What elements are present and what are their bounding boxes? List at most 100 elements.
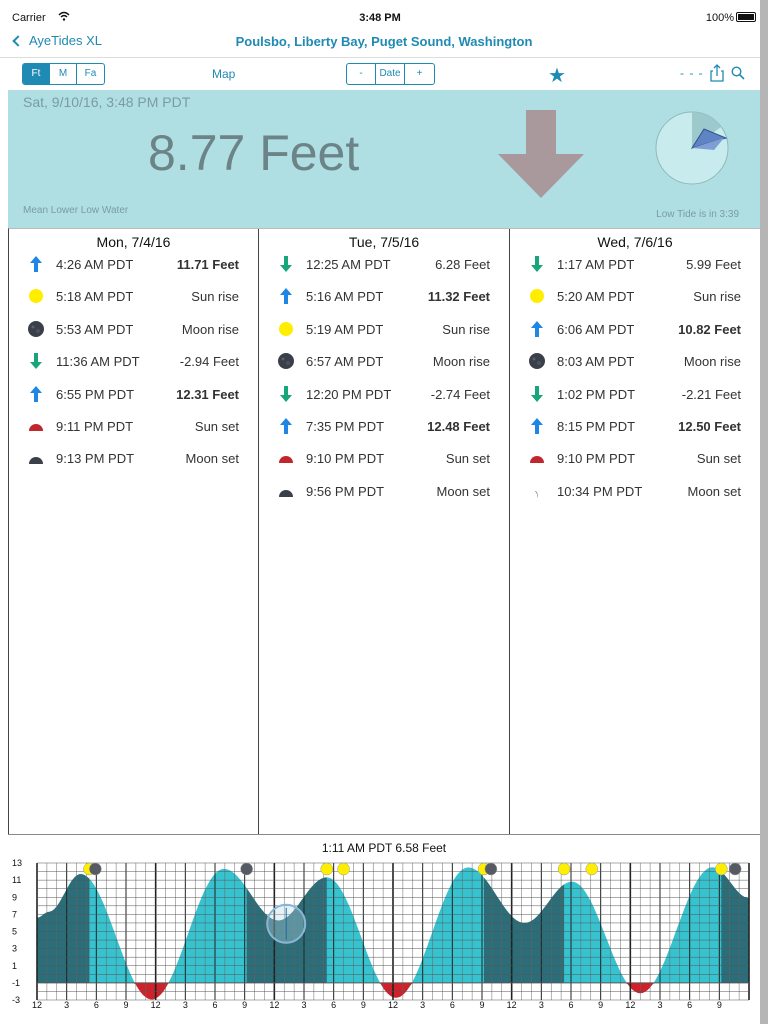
current-datetime: Sat, 9/10/16, 3:48 PM PDT — [23, 94, 191, 110]
event-time: 9:10 PM PDT — [306, 451, 385, 467]
day-columns: Mon, 7/4/16 4:26 AM PDT 11.71 Feet 5:18 AM… — [8, 228, 760, 835]
event-time: 8:15 PM PDT — [557, 418, 636, 434]
event-row: 1:02 PM PDT -2.21 Feet — [510, 381, 760, 413]
station-title: Poulsbo, Liberty Bay, Puget Sound, Washi… — [235, 34, 533, 49]
event-value: 5.99 Feet — [686, 257, 741, 272]
event-value: Sun set — [445, 451, 490, 467]
y-tick-label: 7 — [12, 909, 17, 919]
x-tick-label: 3 — [657, 1000, 662, 1010]
tide-clock-icon — [655, 111, 729, 185]
x-tick-label: 6 — [94, 1000, 99, 1010]
x-tick-label: 12 — [388, 1000, 398, 1010]
x-tick-label: 6 — [331, 1000, 336, 1010]
event-time: 10:34 PM PDT — [557, 483, 643, 499]
event-time: 9:10 PM PDT — [557, 451, 636, 467]
x-tick-label: 12 — [151, 1000, 161, 1010]
event-time: 12:25 AM PDT — [306, 257, 391, 272]
unit-meters-button[interactable]: M — [50, 64, 77, 84]
event-value: 12.48 Feet — [427, 418, 490, 434]
map-button[interactable]: Map — [212, 67, 235, 81]
event-row: 9:56 PM PDT Moon set — [259, 478, 509, 510]
unit-selector: Ft M Fa — [22, 63, 105, 85]
unit-feet-button[interactable]: Ft — [23, 64, 50, 84]
y-tick-label: 3 — [12, 944, 17, 954]
status-bar: Carrier 3:48 PM 100% — [0, 0, 760, 28]
x-tick-label: 12 — [32, 1000, 42, 1010]
event-time: 8:03 AM PDT — [557, 354, 635, 370]
x-tick-label: 9 — [598, 1000, 603, 1010]
x-tick-label: 6 — [568, 1000, 573, 1010]
date-button[interactable]: Date — [376, 64, 405, 84]
high-tide-icon — [531, 417, 543, 434]
event-time: 5:18 AM PDT — [56, 289, 134, 305]
low-tide-icon — [531, 256, 543, 272]
event-time: 1:02 PM PDT — [557, 386, 636, 402]
event-value: Moon rise — [181, 321, 239, 337]
tide-chart[interactable]: 1:11 AM PDT 6.58 Feet 13 11 9 7 5 3 1 -1 -3 12 3 6 9… — [8, 834, 760, 1024]
sun-marker-icon — [585, 862, 599, 876]
falling-tide-arrow-icon — [498, 110, 584, 198]
event-row: 1:17 AM PDT 5.99 Feet — [510, 251, 760, 283]
high-tide-icon — [280, 288, 292, 305]
event-value: Sun rise — [442, 321, 490, 337]
date-next-button[interactable]: + — [405, 64, 434, 84]
y-tick-label: 5 — [12, 927, 17, 937]
low-tide-icon — [531, 385, 543, 402]
x-tick-label: 12 — [625, 1000, 635, 1010]
high-tide-icon — [280, 417, 292, 434]
event-row: 5:53 AM PDT Moon rise — [9, 316, 258, 348]
event-value: 12.50 Feet — [678, 418, 741, 434]
event-value: Sun set — [696, 451, 741, 467]
moonrise-icon — [278, 353, 294, 370]
battery-icon — [736, 12, 756, 22]
event-row: 6:06 AM PDT 10.82 Feet — [510, 316, 760, 348]
y-tick-label: 13 — [12, 858, 22, 868]
event-time: 6:57 AM PDT — [306, 354, 384, 370]
date-prev-button[interactable]: - — [347, 64, 376, 84]
event-row: 5:18 AM PDT Sun rise — [9, 283, 258, 315]
event-time: 7:35 PM PDT — [306, 418, 385, 434]
event-row: 11:36 AM PDT -2.94 Feet — [9, 348, 258, 380]
current-tide-banner: Sat, 9/10/16, 3:48 PM PDT 8.77 Feet Mean… — [8, 90, 760, 228]
event-row: 9:10 PM PDT Sun set — [259, 445, 509, 477]
sunrise-icon — [530, 289, 544, 304]
moonrise-icon — [529, 353, 545, 370]
favorite-star-icon[interactable]: ★ — [548, 63, 566, 88]
event-time: 9:11 PM PDT — [56, 418, 134, 434]
moonset-icon — [29, 457, 43, 465]
search-icon[interactable] — [731, 66, 745, 80]
low-tide-icon — [280, 385, 292, 402]
more-dashes[interactable]: - - - — [680, 66, 704, 80]
navigation-bar: AyeTides XL Poulsbo, Liberty Bay, Puget … — [0, 28, 760, 58]
sunset-icon — [530, 456, 544, 464]
current-tide-height: 8.77 Feet — [148, 125, 360, 181]
event-row: 7:35 PM PDT 12.48 Feet — [259, 413, 509, 445]
share-icon[interactable] — [710, 64, 724, 82]
moon-marker-icon — [89, 862, 102, 876]
event-row: 12:20 PM PDT -2.74 Feet — [259, 381, 509, 413]
event-value: 10.82 Feet — [678, 321, 741, 337]
event-row: 5:20 AM PDT Sun rise — [510, 283, 760, 315]
event-time: 11:36 AM PDT — [56, 354, 140, 370]
sunset-icon — [279, 456, 293, 464]
event-value: Sun set — [194, 418, 239, 434]
day-header: Mon, 7/4/16 — [96, 234, 171, 250]
sun-marker-icon — [320, 862, 333, 876]
low-tide-icon — [30, 353, 42, 370]
event-time: 4:26 AM PDT — [56, 257, 134, 272]
moonset-icon — [279, 489, 293, 497]
x-tick-label: 12 — [507, 1000, 517, 1010]
event-row: 9:10 PM PDT Sun set — [510, 445, 760, 477]
event-row: 12:25 AM PDT 6.28 Feet — [259, 251, 509, 283]
tide-chart-svg[interactable]: 13 11 9 7 5 3 1 -1 -3 12 3 6 9 12 3 6 9 12 3 6 9 12 3 6 9 12 3 6 9 12… — [8, 835, 760, 1024]
event-value: -2.74 Feet — [430, 386, 490, 402]
y-tick-label: -1 — [12, 978, 20, 988]
event-row: 5:16 AM PDT 11.32 Feet — [259, 283, 509, 315]
unit-fathoms-button[interactable]: Fa — [77, 64, 104, 84]
moonset-crescent-icon — [535, 490, 538, 498]
day-header: Tue, 7/5/16 — [348, 234, 420, 250]
x-tick-label: 3 — [301, 1000, 306, 1010]
event-row: 9:13 PM PDT Moon set — [9, 445, 258, 477]
event-row: 8:03 AM PDT Moon rise — [510, 348, 760, 380]
event-row: 5:19 AM PDT Sun rise — [259, 316, 509, 348]
